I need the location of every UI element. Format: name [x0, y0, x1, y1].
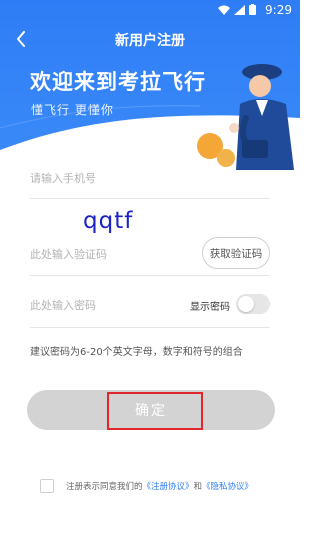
show-password-label: 显示密码	[190, 302, 230, 313]
password-field[interactable]: 此处输入密码 显示密码	[30, 284, 270, 328]
get-code-button[interactable]: 获取验证码	[202, 237, 270, 269]
status-bar: 9:29	[0, 0, 300, 22]
password-hint: 建议密码为6-20个英文字母，数字和符号的组合	[30, 347, 243, 358]
password-input[interactable]: 此处输入密码	[30, 297, 96, 313]
status-time: 9:29	[265, 3, 292, 17]
agreement-row: 注册表示同意我们的 《注册协议》 和 《隐私协议》	[40, 478, 280, 494]
welcome-subtitle: 懂飞行 更懂你	[31, 103, 114, 117]
page-title: 新用户注册	[115, 33, 185, 49]
wifi-icon	[218, 5, 230, 15]
privacy-agreement-link[interactable]: 《隐私协议》	[202, 480, 253, 492]
battery-icon	[249, 4, 256, 15]
show-password-toggle[interactable]	[236, 294, 270, 314]
highlight-box	[107, 392, 203, 430]
handwritten-annotation: qqtf	[83, 208, 134, 234]
agreement-and: 和	[193, 482, 203, 492]
verification-code-field[interactable]: 此处输入验证码 获取验证码	[30, 234, 270, 276]
nav-bar: 新用户注册	[0, 22, 300, 56]
agreement-text: 注册表示同意我们的	[66, 482, 143, 492]
phone-input[interactable]: 请输入手机号	[30, 170, 96, 186]
pilot-illustration	[197, 64, 294, 170]
phone-field[interactable]: 请输入手机号	[30, 163, 270, 199]
toggle-knob	[238, 296, 254, 312]
verification-code-input[interactable]: 此处输入验证码	[30, 246, 107, 262]
register-agreement-link[interactable]: 《注册协议》	[143, 480, 194, 492]
agreement-checkbox[interactable]	[40, 479, 54, 493]
signal-icon	[234, 4, 245, 15]
welcome-title: 欢迎来到考拉飞行	[30, 70, 206, 94]
